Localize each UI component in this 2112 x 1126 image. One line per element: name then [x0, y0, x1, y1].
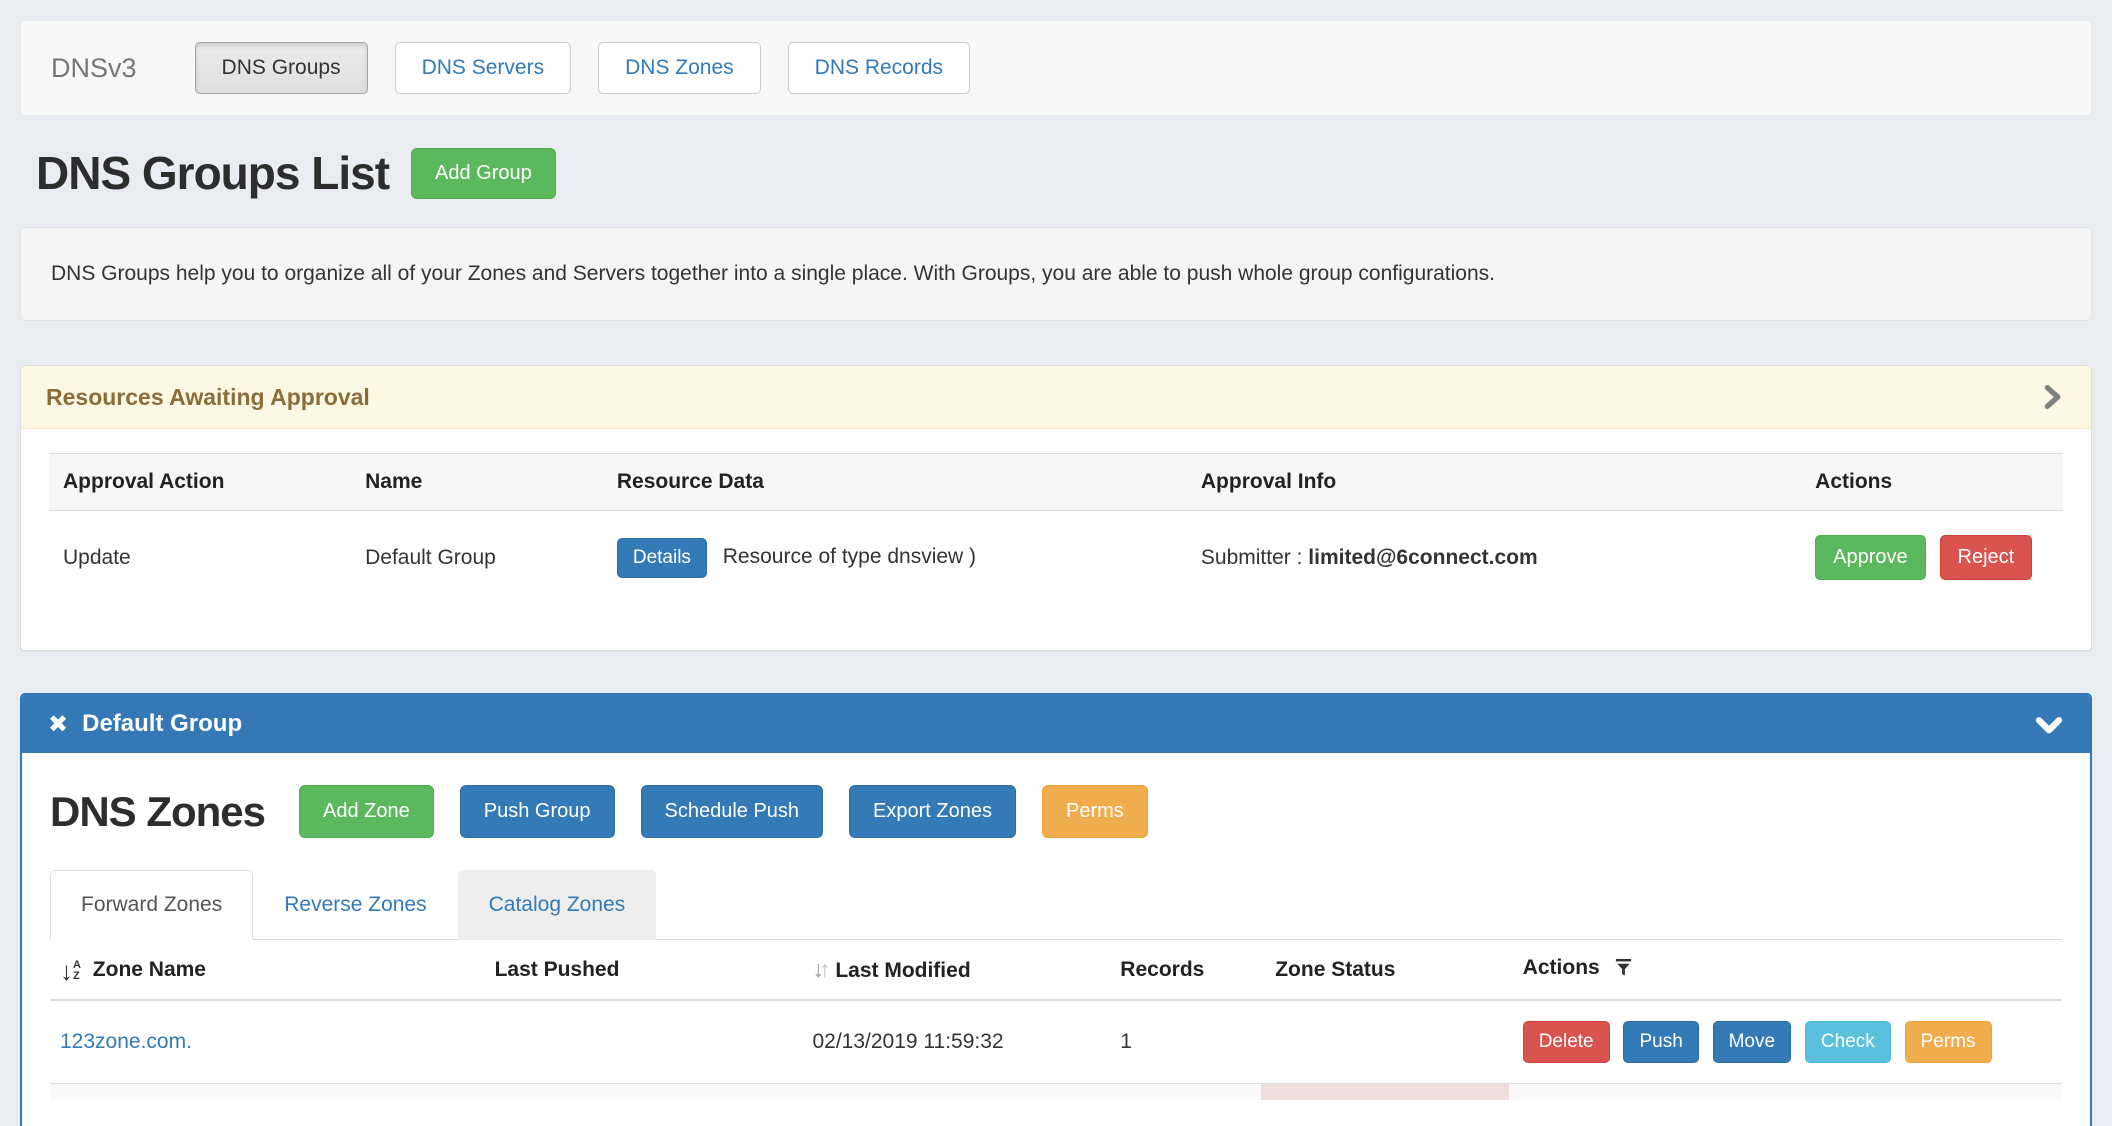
approval-panel-header[interactable]: Resources Awaiting Approval	[21, 366, 2091, 429]
zone-status-cell	[1265, 1000, 1512, 1084]
zone-link[interactable]: 123zone.com.	[60, 1030, 192, 1053]
close-icon[interactable]: ✖	[48, 710, 68, 739]
perms-group-button[interactable]: Perms	[1042, 785, 1148, 838]
col-resource-data: Resource Data	[603, 454, 1187, 511]
approve-button[interactable]: Approve	[1815, 535, 1926, 580]
add-zone-button[interactable]: Add Zone	[299, 785, 434, 838]
sort-alpha-icon[interactable]: ↓AZ	[60, 960, 81, 982]
col-approval-info: Approval Info	[1187, 454, 1801, 511]
filter-icon[interactable]	[1614, 958, 1633, 983]
tab-forward-zones[interactable]: Forward Zones	[50, 870, 253, 940]
col-last-modified[interactable]: ↓↑ Last Modified	[802, 940, 1110, 1000]
zone-tabs: Forward Zones Reverse Zones Catalog Zone…	[50, 870, 2062, 940]
approval-actions-cell: Approve Reject	[1801, 511, 2063, 605]
description-well: DNS Groups help you to organize all of y…	[20, 227, 2092, 321]
col-zone-name[interactable]: ↓AZ Zone Name	[50, 940, 485, 1000]
move-zone-button[interactable]: Move	[1713, 1021, 1791, 1063]
page: DNSv3 DNS Groups DNS Servers DNS Zones D…	[0, 20, 2112, 1126]
nav-dns-zones-button[interactable]: DNS Zones	[598, 42, 761, 94]
approval-resource-cell: Details Resource of type dnsview )	[603, 511, 1187, 605]
chevron-down-icon[interactable]	[2034, 709, 2064, 739]
dns-zones-title: DNS Zones	[50, 788, 265, 836]
push-zone-button[interactable]: Push	[1623, 1021, 1698, 1063]
col-name: Name	[351, 454, 603, 511]
approval-panel-title: Resources Awaiting Approval	[46, 384, 370, 411]
col-actions: Actions	[1801, 454, 2063, 511]
records-cell: 1	[1110, 1000, 1265, 1084]
top-navbar: DNSv3 DNS Groups DNS Servers DNS Zones D…	[20, 20, 2092, 116]
default-group-panel: ✖ Default Group DNS Zones Add Zone Push …	[20, 693, 2092, 1126]
nav-dns-groups-button[interactable]: DNS Groups	[195, 42, 368, 94]
export-zones-button[interactable]: Export Zones	[849, 785, 1016, 838]
col-approval-action: Approval Action	[49, 454, 351, 511]
tab-reverse-zones[interactable]: Reverse Zones	[253, 870, 457, 940]
approval-name-cell: Default Group	[351, 511, 603, 605]
check-zone-button[interactable]: Check	[1805, 1021, 1891, 1063]
dns-zones-toolbar: DNS Zones Add Zone Push Group Schedule P…	[50, 785, 2062, 838]
zone-name-cell: 123zone.com.	[50, 1000, 485, 1084]
approval-action-cell: Update	[49, 511, 351, 605]
tab-catalog-zones[interactable]: Catalog Zones	[458, 870, 657, 940]
approval-panel-body: Approval Action Name Resource Data Appro…	[21, 429, 2091, 650]
chevron-right-icon[interactable]	[2038, 383, 2066, 411]
group-panel-header[interactable]: ✖ Default Group	[22, 695, 2090, 753]
last-modified-cell: 02/13/2019 11:59:32	[802, 1000, 1110, 1084]
details-button[interactable]: Details	[617, 538, 707, 578]
sort-icon[interactable]: ↓↑	[812, 959, 825, 982]
perms-zone-button[interactable]: Perms	[1905, 1021, 1992, 1063]
reject-button[interactable]: Reject	[1940, 535, 2033, 580]
approval-row: Update Default Group Details Resource of…	[49, 511, 2063, 605]
add-group-button[interactable]: Add Group	[411, 148, 556, 199]
zone-actions-cell: Delete Push Move Check Perms	[1513, 1000, 2062, 1084]
app-brand: DNSv3	[51, 53, 137, 84]
nav-dns-servers-button[interactable]: DNS Servers	[395, 42, 572, 94]
schedule-push-button[interactable]: Schedule Push	[641, 785, 824, 838]
last-pushed-cell	[485, 1000, 803, 1084]
nav-dns-records-button[interactable]: DNS Records	[788, 42, 970, 94]
zone-table-row: 123zone.com. 02/13/2019 11:59:32 1 Delet…	[50, 1000, 2062, 1084]
table-row-partial	[50, 1084, 2062, 1100]
page-title: DNS Groups List	[36, 146, 389, 200]
resource-data-text: Resource of type dnsview )	[723, 545, 976, 568]
submitter-label: Submitter :	[1201, 546, 1303, 569]
zone-status-flag	[1261, 1084, 1508, 1100]
push-group-button[interactable]: Push Group	[460, 785, 615, 838]
approval-info-cell: Submitter : limited@6connect.com	[1187, 511, 1801, 605]
page-title-row: DNS Groups List Add Group	[36, 146, 2092, 200]
col-last-pushed[interactable]: Last Pushed	[485, 940, 803, 1000]
col-zone-actions[interactable]: Actions	[1513, 940, 2062, 1000]
group-panel-title: Default Group	[82, 710, 2034, 738]
description-text: DNS Groups help you to organize all of y…	[51, 262, 1495, 285]
approval-table: Approval Action Name Resource Data Appro…	[49, 453, 2063, 604]
submitter-email: limited@6connect.com	[1308, 546, 1537, 569]
col-records[interactable]: Records	[1110, 940, 1265, 1000]
col-zone-status[interactable]: Zone Status	[1265, 940, 1512, 1000]
approval-panel: Resources Awaiting Approval Approval Act…	[20, 365, 2092, 651]
delete-zone-button[interactable]: Delete	[1523, 1021, 1610, 1063]
group-panel-body: DNS Zones Add Zone Push Group Schedule P…	[22, 753, 2090, 1126]
zones-table: ↓AZ Zone Name Last Pushed ↓↑ Last Modifi…	[50, 940, 2062, 1084]
